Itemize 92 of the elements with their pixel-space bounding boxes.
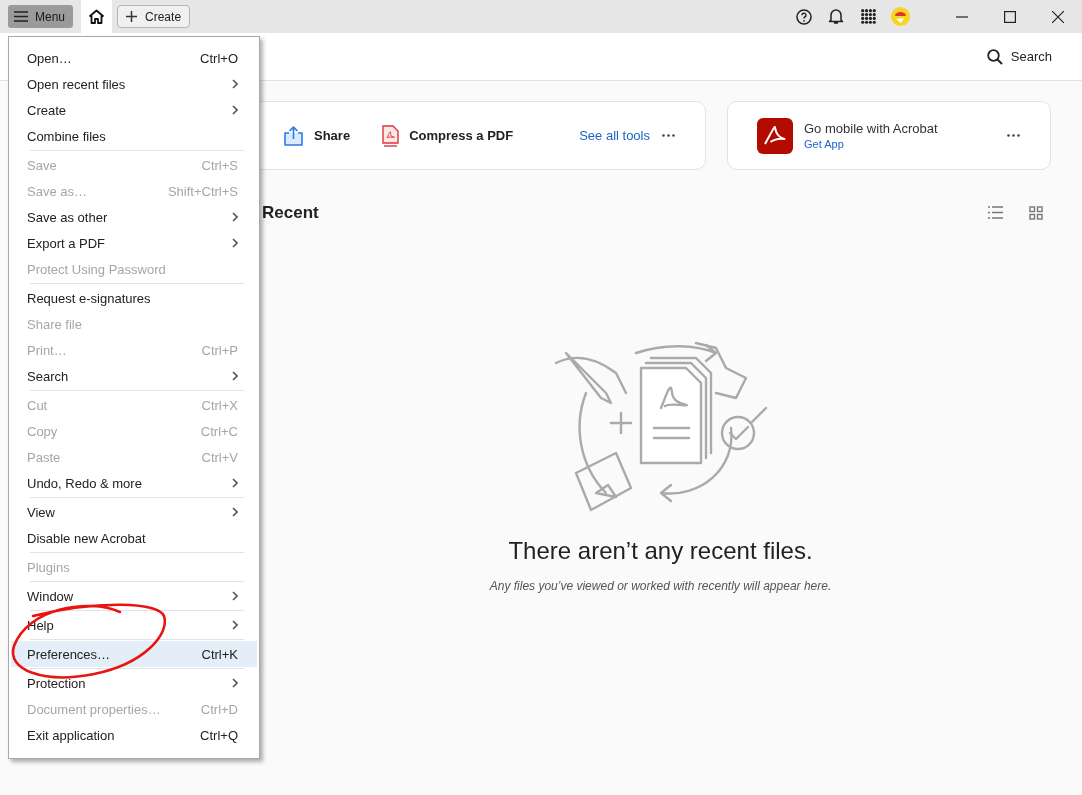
chevron-icon: [232, 371, 238, 381]
more-icon[interactable]: [1007, 134, 1020, 137]
shortcut-label: Ctrl+O: [200, 50, 238, 66]
acrobat-logo-icon: [757, 117, 793, 154]
menu-item-label: Plugins: [27, 559, 71, 575]
bell-icon[interactable]: [828, 8, 844, 25]
menu-item[interactable]: Save as other: [11, 204, 257, 230]
chevron-icon: [232, 478, 238, 488]
get-app-link[interactable]: Get App: [804, 138, 938, 150]
maximize-icon[interactable]: [1004, 10, 1016, 23]
search-button[interactable]: Search: [986, 48, 1052, 65]
menu-item[interactable]: Exit application Ctrl+Q: [11, 722, 257, 748]
menu-item[interactable]: Open… Ctrl+O: [11, 45, 257, 71]
menu-item-label: Search: [27, 368, 70, 384]
menu-item[interactable]: Window: [11, 583, 257, 609]
pdf-compress-icon: [382, 124, 400, 147]
menu-item-label: Copy: [27, 423, 59, 439]
home-icon: [88, 9, 106, 24]
menu-item[interactable]: Open recent files: [11, 71, 257, 97]
menu-item-label: Cut: [27, 397, 49, 413]
menu-item[interactable]: Search: [11, 363, 257, 389]
minimize-icon[interactable]: [956, 15, 968, 18]
chevron-icon: [232, 105, 238, 115]
promo-title: Go mobile with Acrobat: [804, 121, 938, 136]
menu-item-label: Open…: [27, 50, 73, 66]
menu-item-label: Paste: [27, 449, 62, 465]
menu-item-label: Exit application: [27, 727, 116, 743]
list-view-icon[interactable]: [988, 206, 1003, 219]
shortcut-label: Ctrl+D: [200, 701, 238, 717]
search-icon: [986, 48, 1003, 65]
menu-item-label: Disable new Acrobat: [27, 530, 147, 546]
menu-item-label: Request e-signatures: [27, 290, 152, 306]
menu-item-label: Print…: [27, 342, 68, 358]
chevron-icon: [232, 620, 238, 630]
chevron-icon: [232, 79, 238, 89]
plus-icon: [126, 11, 138, 22]
menu-item-label: Create: [27, 102, 68, 118]
empty-state-hint: Any files you’ve viewed or worked with recently will appear here.: [489, 579, 832, 593]
home-tab[interactable]: [81, 0, 113, 33]
menu-item[interactable]: Help: [11, 612, 257, 638]
shortcut-label: Ctrl+S: [201, 157, 238, 173]
chevron-icon: [232, 212, 238, 222]
chevron-icon: [232, 238, 238, 248]
menu-item-label: Window: [27, 588, 75, 604]
menu-button[interactable]: Menu: [8, 5, 74, 28]
apps-grid-icon[interactable]: [860, 9, 876, 24]
tool-button[interactable]: Share: [283, 125, 351, 146]
tool-button[interactable]: Compress a PDF: [382, 124, 514, 147]
menu-item-label: Export a PDF: [27, 235, 107, 251]
recent-heading: Recent: [262, 203, 320, 223]
menu-item-label: Save as other: [27, 209, 109, 225]
shortcut-label: Ctrl+C: [200, 423, 238, 439]
grid-view-icon[interactable]: [1029, 206, 1043, 220]
menu-item-label: Save as…: [27, 183, 88, 199]
create-button[interactable]: Create: [117, 5, 191, 28]
empty-state-title: There aren’t any recent files.: [508, 537, 813, 565]
menu-item-label: Document properties…: [27, 701, 162, 717]
menu-item[interactable]: View: [11, 499, 257, 525]
menu-item-label: Combine files: [27, 128, 107, 144]
menu-item[interactable]: Disable new Acrobat: [11, 525, 257, 551]
menu-item-label: Protection: [27, 675, 87, 691]
menu-item-label: Protect Using Password: [27, 261, 167, 277]
menu-item-label: Undo, Redo & more: [27, 475, 143, 491]
menu-item-label: Open recent files: [27, 76, 127, 92]
menu-item[interactable]: Create: [11, 97, 257, 123]
menu-item[interactable]: Export a PDF: [11, 230, 257, 256]
chevron-icon: [232, 678, 238, 688]
close-icon[interactable]: [1052, 10, 1064, 23]
avatar-icon[interactable]: [890, 7, 910, 26]
menu-item-label: Preferences…: [27, 646, 112, 662]
help-icon[interactable]: [796, 8, 812, 25]
menu-item-label: Help: [27, 617, 55, 633]
shortcut-label: Ctrl+P: [201, 342, 238, 358]
shortcut-label: Shift+Ctrl+S: [167, 183, 238, 199]
menu-item-label: Share file: [27, 316, 83, 332]
menu-item[interactable]: Request e-signatures: [11, 285, 257, 311]
menu-icon: [14, 11, 28, 22]
shortcut-label: Ctrl+Q: [200, 727, 238, 743]
menu-item[interactable]: Preferences… Ctrl+K: [11, 641, 257, 667]
chevron-icon: [232, 507, 238, 517]
see-all-tools-link[interactable]: See all tools: [579, 128, 650, 143]
more-icon[interactable]: [662, 134, 675, 137]
menu-item[interactable]: Undo, Redo & more: [11, 470, 257, 496]
menu-item[interactable]: Protection: [11, 670, 257, 696]
shortcut-label: Ctrl+X: [201, 397, 238, 413]
menu-item-label: View: [27, 504, 56, 520]
shortcut-label: Ctrl+K: [201, 646, 238, 662]
share-icon: [283, 125, 304, 146]
menu-item-label: Save: [27, 157, 58, 173]
chevron-icon: [232, 591, 238, 601]
shortcut-label: Ctrl+V: [201, 449, 238, 465]
menu-item[interactable]: Combine files: [11, 123, 257, 149]
